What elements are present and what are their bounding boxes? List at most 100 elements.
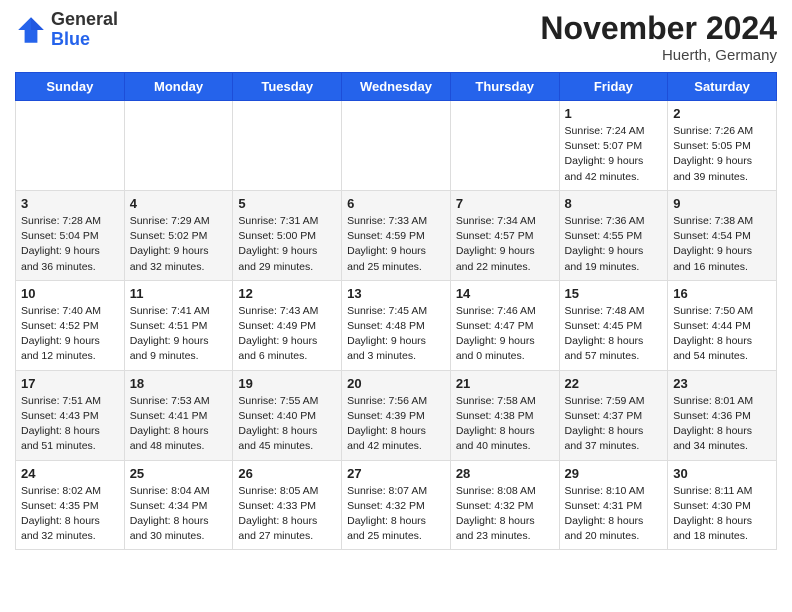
logo-general: General (51, 9, 118, 29)
calendar-week-row: 1Sunrise: 7:24 AMSunset: 5:07 PMDaylight… (16, 101, 777, 191)
day-info: Sunrise: 7:26 AMSunset: 5:05 PMDaylight:… (673, 124, 771, 185)
day-info: Sunrise: 7:46 AMSunset: 4:47 PMDaylight:… (456, 304, 554, 365)
day-number: 30 (673, 466, 771, 481)
calendar-cell: 11 Sunrise: 7:41 AMSunset: 4:51 PMDayligh… (124, 280, 233, 370)
calendar-cell: 29 Sunrise: 8:10 AMSunset: 4:31 PMDayligh… (559, 460, 668, 550)
logo-text: General Blue (51, 10, 118, 50)
day-info: Sunrise: 7:59 AMSunset: 4:37 PMDaylight:… (565, 394, 663, 455)
day-info: Sunrise: 7:33 AMSunset: 4:59 PMDaylight:… (347, 214, 445, 275)
day-number: 11 (130, 286, 228, 301)
weekday-header: Monday (124, 73, 233, 101)
calendar-week-row: 10 Sunrise: 7:40 AMSunset: 4:52 PMDayligh… (16, 280, 777, 370)
day-info: Sunrise: 8:07 AMSunset: 4:32 PMDaylight:… (347, 484, 445, 545)
weekday-header: Saturday (668, 73, 777, 101)
weekday-header: Sunday (16, 73, 125, 101)
day-number: 21 (456, 376, 554, 391)
day-info: Sunrise: 7:34 AMSunset: 4:57 PMDaylight:… (456, 214, 554, 275)
day-info: Sunrise: 7:55 AMSunset: 4:40 PMDaylight:… (238, 394, 336, 455)
calendar-cell: 1Sunrise: 7:24 AMSunset: 5:07 PMDaylight… (559, 101, 668, 191)
calendar-cell: 13Sunrise: 7:45 AMSunset: 4:48 PMDayligh… (342, 280, 451, 370)
calendar-cell: 27 Sunrise: 8:07 AMSunset: 4:32 PMDayligh… (342, 460, 451, 550)
title-block: November 2024 Huerth, Germany (540, 10, 777, 64)
day-info: Sunrise: 8:02 AMSunset: 4:35 PMDaylight:… (21, 484, 119, 545)
calendar-body: 1Sunrise: 7:24 AMSunset: 5:07 PMDaylight… (16, 101, 777, 550)
day-number: 13 (347, 286, 445, 301)
weekday-row: SundayMondayTuesdayWednesdayThursdayFrid… (16, 73, 777, 101)
weekday-header: Wednesday (342, 73, 451, 101)
calendar-cell: 8 Sunrise: 7:36 AMSunset: 4:55 PMDaylight… (559, 190, 668, 280)
day-info: Sunrise: 8:08 AMSunset: 4:32 PMDaylight:… (456, 484, 554, 545)
day-info: Sunrise: 7:48 AMSunset: 4:45 PMDaylight:… (565, 304, 663, 365)
calendar-cell (342, 101, 451, 191)
calendar-cell: 12Sunrise: 7:43 AMSunset: 4:49 PMDayligh… (233, 280, 342, 370)
day-number: 22 (565, 376, 663, 391)
day-info: Sunrise: 7:36 AMSunset: 4:55 PMDaylight:… (565, 214, 663, 275)
day-number: 19 (238, 376, 336, 391)
day-info: Sunrise: 7:31 AMSunset: 5:00 PMDaylight:… (238, 214, 336, 275)
calendar-cell: 10 Sunrise: 7:40 AMSunset: 4:52 PMDayligh… (16, 280, 125, 370)
calendar-cell: 22 Sunrise: 7:59 AMSunset: 4:37 PMDayligh… (559, 370, 668, 460)
day-number: 17 (21, 376, 119, 391)
day-info: Sunrise: 8:05 AMSunset: 4:33 PMDaylight:… (238, 484, 336, 545)
header: General Blue November 2024 Huerth, Germa… (15, 10, 777, 64)
day-number: 15 (565, 286, 663, 301)
location: Huerth, Germany (540, 47, 777, 64)
calendar-cell: 7 Sunrise: 7:34 AMSunset: 4:57 PMDaylight… (450, 190, 559, 280)
day-info: Sunrise: 8:01 AMSunset: 4:36 PMDaylight:… (673, 394, 771, 455)
logo-blue: Blue (51, 29, 90, 49)
calendar-cell: 26 Sunrise: 8:05 AMSunset: 4:33 PMDayligh… (233, 460, 342, 550)
day-info: Sunrise: 8:04 AMSunset: 4:34 PMDaylight:… (130, 484, 228, 545)
calendar-cell: 17Sunrise: 7:51 AMSunset: 4:43 PMDayligh… (16, 370, 125, 460)
day-number: 5 (238, 196, 336, 211)
day-number: 20 (347, 376, 445, 391)
day-info: Sunrise: 8:11 AMSunset: 4:30 PMDaylight:… (673, 484, 771, 545)
calendar-table: SundayMondayTuesdayWednesdayThursdayFrid… (15, 72, 777, 550)
calendar-cell: 23 Sunrise: 8:01 AMSunset: 4:36 PMDayligh… (668, 370, 777, 460)
calendar-cell: 15 Sunrise: 7:48 AMSunset: 4:45 PMDayligh… (559, 280, 668, 370)
day-info: Sunrise: 7:40 AMSunset: 4:52 PMDaylight:… (21, 304, 119, 365)
calendar-week-row: 3Sunrise: 7:28 AMSunset: 5:04 PMDaylight… (16, 190, 777, 280)
day-number: 4 (130, 196, 228, 211)
weekday-header: Thursday (450, 73, 559, 101)
logo-icon (15, 14, 47, 46)
calendar-cell: 21 Sunrise: 7:58 AMSunset: 4:38 PMDayligh… (450, 370, 559, 460)
calendar-cell: 25 Sunrise: 8:04 AMSunset: 4:34 PMDayligh… (124, 460, 233, 550)
day-number: 1 (565, 106, 663, 121)
logo: General Blue (15, 10, 118, 50)
day-number: 28 (456, 466, 554, 481)
day-info: Sunrise: 8:10 AMSunset: 4:31 PMDaylight:… (565, 484, 663, 545)
day-info: Sunrise: 7:50 AMSunset: 4:44 PMDaylight:… (673, 304, 771, 365)
day-number: 23 (673, 376, 771, 391)
day-number: 29 (565, 466, 663, 481)
day-number: 2 (673, 106, 771, 121)
day-number: 24 (21, 466, 119, 481)
weekday-header: Tuesday (233, 73, 342, 101)
calendar-cell: 28 Sunrise: 8:08 AMSunset: 4:32 PMDayligh… (450, 460, 559, 550)
calendar-cell: 20Sunrise: 7:56 AMSunset: 4:39 PMDayligh… (342, 370, 451, 460)
day-number: 6 (347, 196, 445, 211)
day-number: 25 (130, 466, 228, 481)
calendar-cell (450, 101, 559, 191)
day-number: 7 (456, 196, 554, 211)
day-number: 12 (238, 286, 336, 301)
calendar-cell: 3Sunrise: 7:28 AMSunset: 5:04 PMDaylight… (16, 190, 125, 280)
month-title: November 2024 (540, 10, 777, 47)
calendar-cell: 2 Sunrise: 7:26 AMSunset: 5:05 PMDaylight… (668, 101, 777, 191)
day-info: Sunrise: 7:58 AMSunset: 4:38 PMDaylight:… (456, 394, 554, 455)
calendar-cell: 6 Sunrise: 7:33 AMSunset: 4:59 PMDaylight… (342, 190, 451, 280)
calendar-header: SundayMondayTuesdayWednesdayThursdayFrid… (16, 73, 777, 101)
calendar-cell: 19 Sunrise: 7:55 AMSunset: 4:40 PMDayligh… (233, 370, 342, 460)
day-number: 8 (565, 196, 663, 211)
day-number: 26 (238, 466, 336, 481)
calendar-cell: 24 Sunrise: 8:02 AMSunset: 4:35 PMDayligh… (16, 460, 125, 550)
calendar-week-row: 24 Sunrise: 8:02 AMSunset: 4:35 PMDayligh… (16, 460, 777, 550)
day-number: 18 (130, 376, 228, 391)
weekday-header: Friday (559, 73, 668, 101)
day-number: 10 (21, 286, 119, 301)
day-info: Sunrise: 7:41 AMSunset: 4:51 PMDaylight:… (130, 304, 228, 365)
page: General Blue November 2024 Huerth, Germa… (0, 0, 792, 560)
calendar-week-row: 17Sunrise: 7:51 AMSunset: 4:43 PMDayligh… (16, 370, 777, 460)
day-number: 27 (347, 466, 445, 481)
day-number: 9 (673, 196, 771, 211)
day-info: Sunrise: 7:28 AMSunset: 5:04 PMDaylight:… (21, 214, 119, 275)
